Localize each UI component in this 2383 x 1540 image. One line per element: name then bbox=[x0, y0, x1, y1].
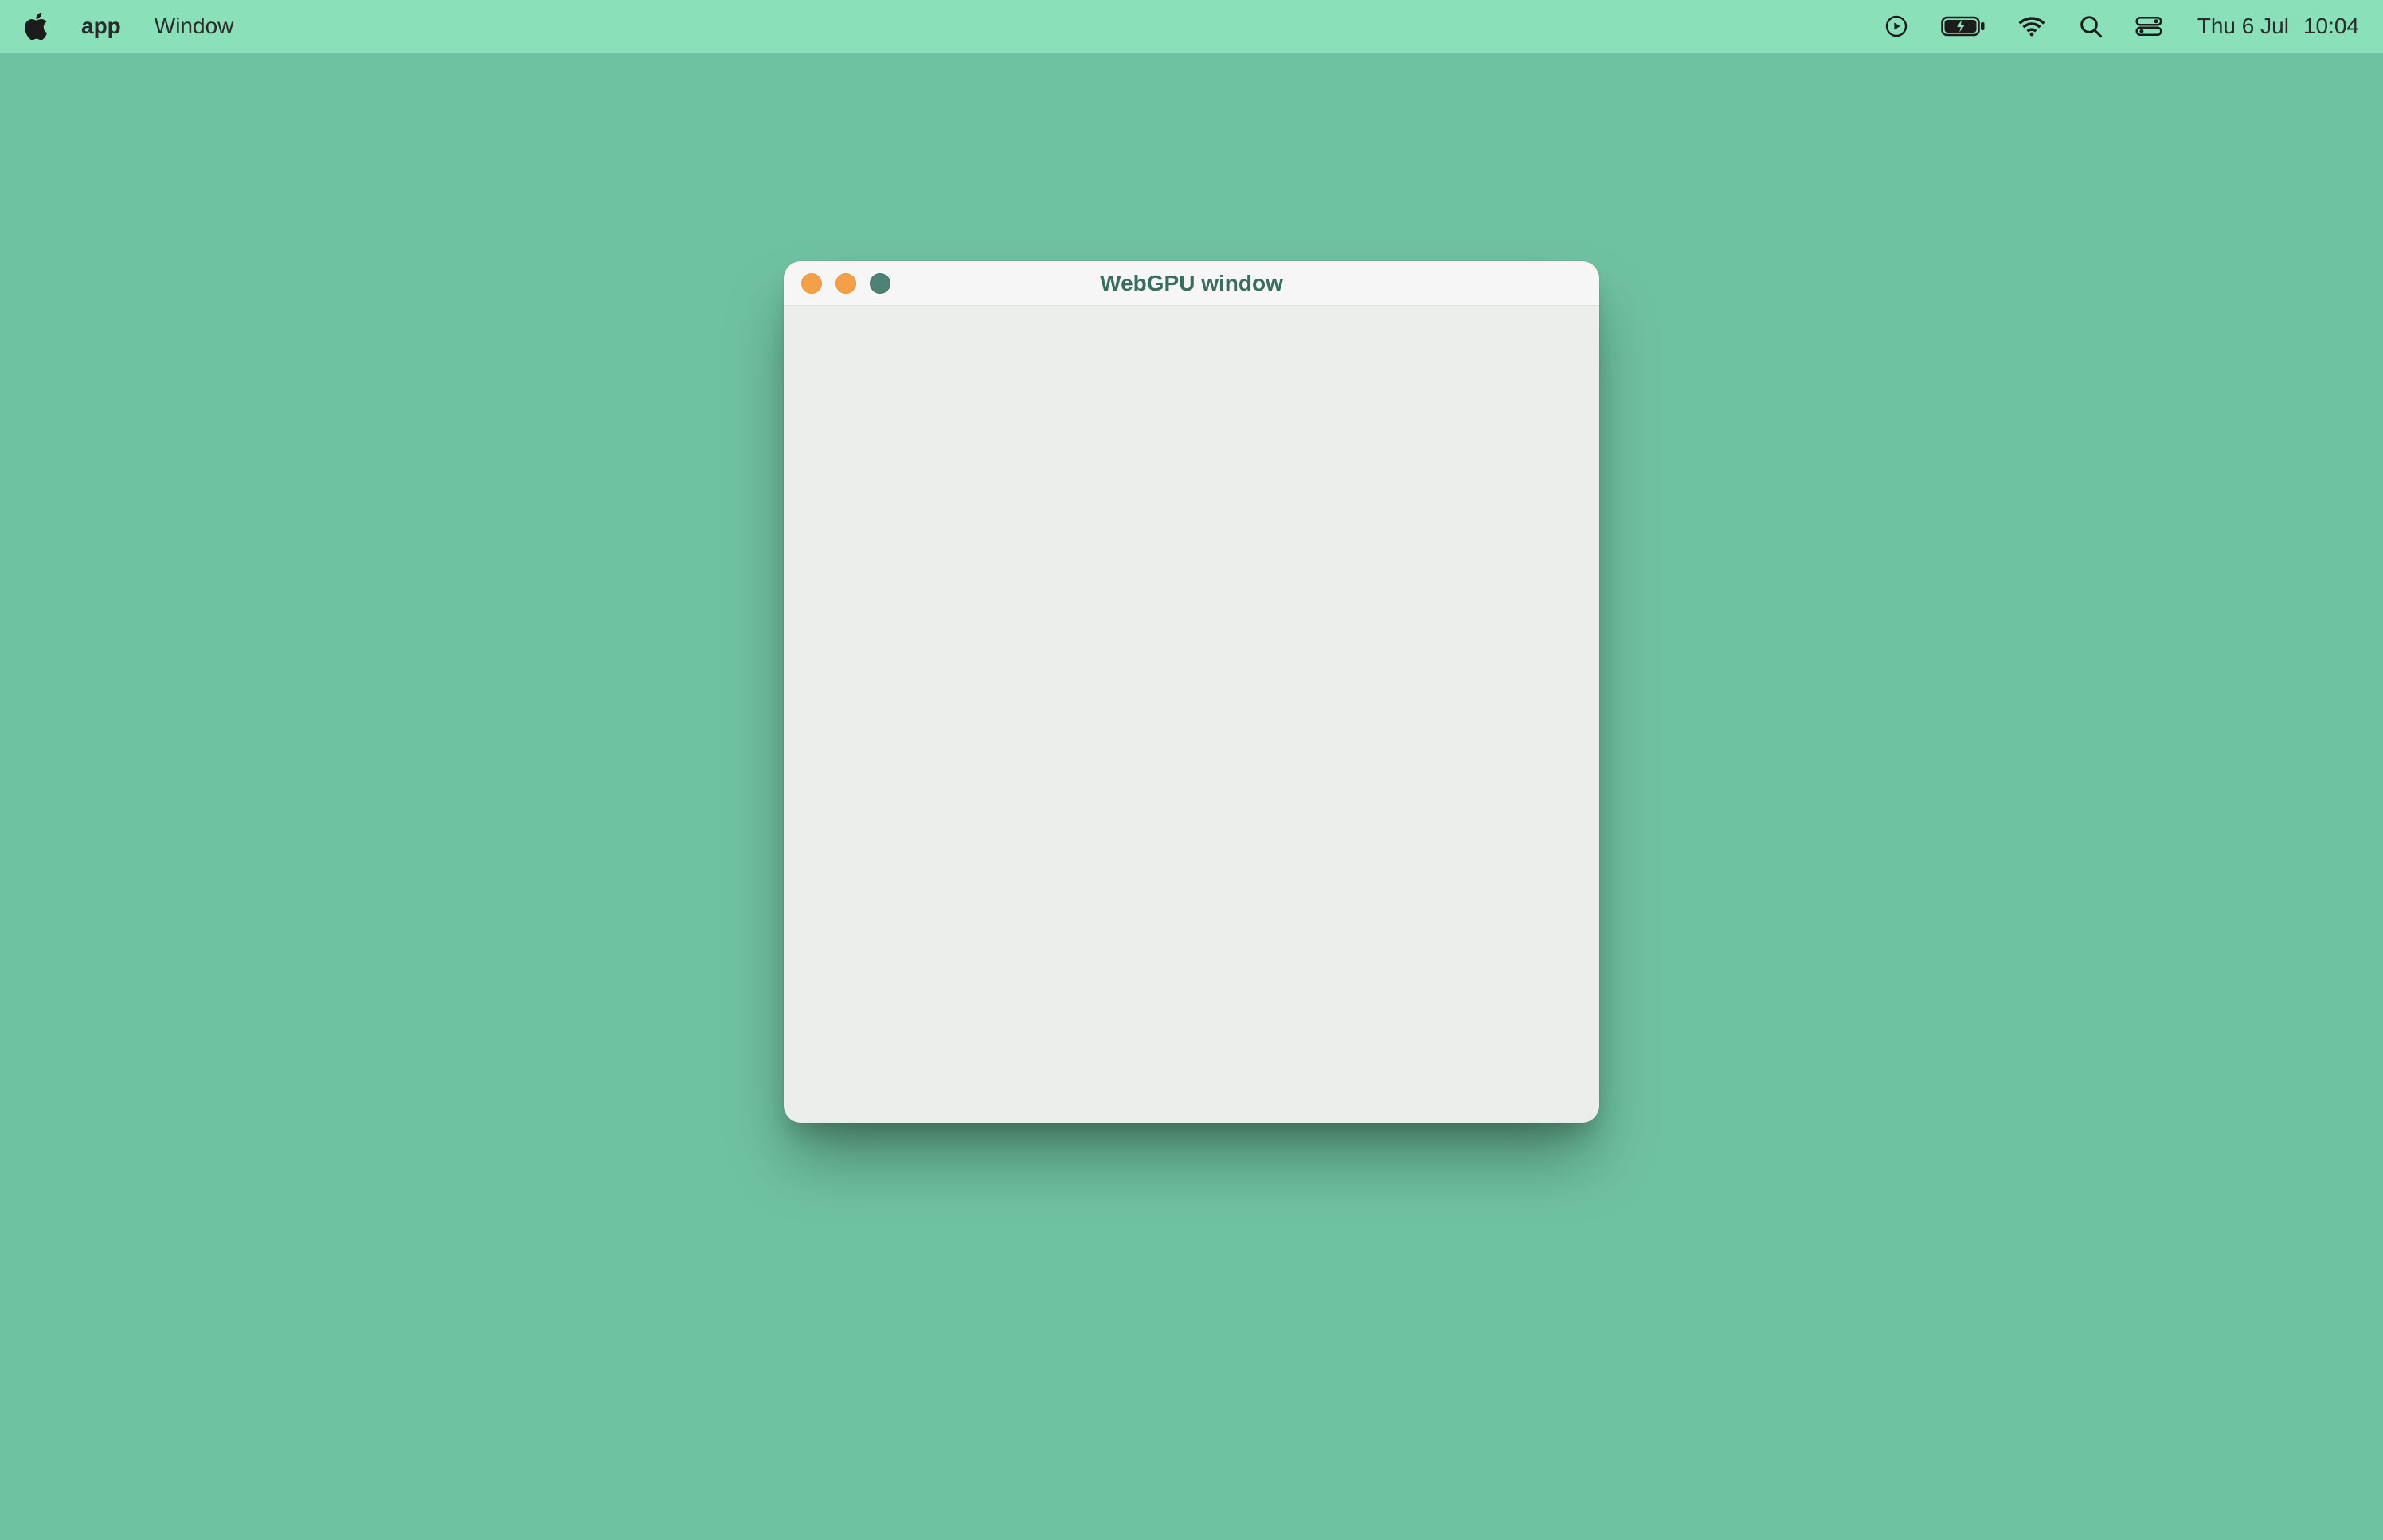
desktop[interactable]: WebGPU window bbox=[0, 53, 2383, 1540]
now-playing-icon[interactable] bbox=[1884, 14, 1909, 39]
apple-menu-icon[interactable] bbox=[24, 13, 48, 40]
battery-icon[interactable] bbox=[1941, 15, 1986, 37]
menu-bar-time: 10:04 bbox=[2303, 14, 2359, 39]
wifi-icon[interactable] bbox=[2017, 15, 2046, 37]
desktop-canvas: app Window bbox=[0, 0, 2383, 1540]
window-maximize-button[interactable] bbox=[870, 273, 890, 294]
window-close-button[interactable] bbox=[801, 273, 822, 294]
app-window[interactable]: WebGPU window bbox=[784, 261, 1599, 1123]
menu-bar-left: app Window bbox=[24, 13, 233, 40]
spotlight-search-icon[interactable] bbox=[2078, 14, 2103, 39]
menu-bar-datetime[interactable]: Thu 6 Jul 10:04 bbox=[2197, 14, 2359, 39]
window-title: WebGPU window bbox=[784, 271, 1599, 296]
menu-bar-date: Thu 6 Jul bbox=[2197, 14, 2289, 39]
window-content bbox=[784, 306, 1599, 1123]
menu-bar: app Window bbox=[0, 0, 2383, 53]
window-title-bar[interactable]: WebGPU window bbox=[784, 261, 1599, 306]
window-minimize-button[interactable] bbox=[835, 273, 856, 294]
menu-item-app-name[interactable]: app bbox=[81, 14, 121, 39]
menu-item-window[interactable]: Window bbox=[155, 14, 234, 39]
control-center-icon[interactable] bbox=[2135, 15, 2162, 37]
menu-bar-right: Thu 6 Jul 10:04 bbox=[1884, 14, 2359, 39]
window-traffic-lights bbox=[784, 273, 890, 294]
